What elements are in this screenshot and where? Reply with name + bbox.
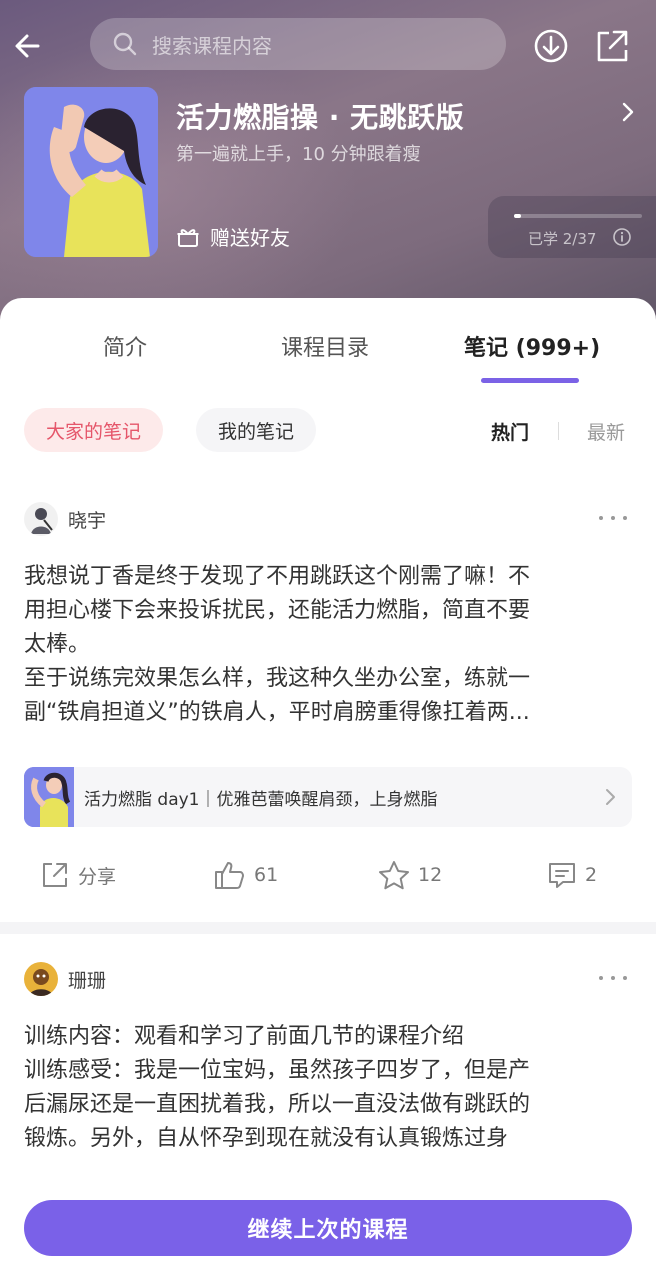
download-icon[interactable]: [531, 26, 571, 66]
like-button[interactable]: 61: [214, 860, 278, 890]
content-sheet: 简介 课程目录 笔记 (999+) 大家的笔记 我的笔记 热门 最新 晓宇 我想…: [0, 298, 656, 1280]
comment-icon: [549, 863, 575, 888]
tab-notes[interactable]: 笔记 (999+): [464, 330, 600, 362]
comment-button[interactable]: 2: [547, 860, 597, 890]
note-line: 太棒。: [24, 632, 91, 657]
note-line: 后漏尿还是一直困扰着我，所以一直没法做有跳跃的: [24, 1092, 531, 1117]
star-icon: [379, 861, 409, 890]
tab-catalog[interactable]: 课程目录: [281, 330, 369, 362]
course-header: 搜索课程内容 活力燃脂操 · 无跳跃版 第一遍就上手，10 分钟跟着瘦 赠送好友…: [0, 0, 656, 330]
favorite-count: 12: [418, 864, 443, 886]
note-line: 用担心楼下会来投诉扰民，还能活力燃脂，简直不要: [24, 598, 531, 623]
share-icon: [43, 863, 67, 887]
note-actions: 分享 61 12 2: [0, 860, 656, 900]
sort-newest[interactable]: 最新: [587, 418, 625, 445]
more-options-icon[interactable]: [596, 968, 630, 988]
note-line: 锻炼。另外，自从怀孕到现在就没有认真锻炼过身: [24, 1126, 509, 1151]
share-label: 分享: [78, 865, 117, 888]
tab-intro[interactable]: 简介: [103, 330, 147, 362]
continue-course-button[interactable]: 继续上次的课程: [24, 1200, 632, 1256]
course-subtitle: 第一遍就上手，10 分钟跟着瘦: [176, 144, 421, 165]
gift-icon: [177, 228, 199, 247]
learning-progress[interactable]: 已学 2/37: [488, 196, 656, 258]
filter-everyone-notes[interactable]: 大家的笔记: [24, 408, 164, 452]
progress-text: 已学 2/37: [528, 230, 597, 248]
linked-lesson-card[interactable]: 活力燃脂 day1｜优雅芭蕾唤醒肩颈，上身燃脂: [24, 767, 632, 827]
gift-friend-button[interactable]: 赠送好友: [176, 222, 290, 251]
note-line: 训练感受：我是一位宝妈，虽然孩子四岁了，但是产: [24, 1058, 531, 1083]
filter-my-notes[interactable]: 我的笔记: [196, 408, 317, 452]
comment-count: 2: [585, 864, 598, 886]
note-line: 训练内容：观看和学习了前面几节的课程介绍: [24, 1024, 465, 1049]
course-cover-image[interactable]: [24, 87, 158, 257]
note-author-row[interactable]: 晓宇: [24, 502, 106, 536]
favorite-button[interactable]: 12: [378, 860, 442, 890]
sort-hot[interactable]: 热门: [491, 418, 529, 445]
progress-fill: [514, 214, 521, 218]
chevron-right-icon[interactable]: [618, 100, 638, 124]
note-line: 副“铁肩担道义”的铁肩人，平时肩膀重得像扛着两...: [24, 700, 530, 725]
note-author-row[interactable]: 珊珊: [24, 962, 106, 996]
share-button[interactable]: 分享: [40, 860, 116, 890]
course-title[interactable]: 活力燃脂操 · 无跳跃版: [176, 96, 464, 136]
info-icon[interactable]: [612, 227, 632, 247]
bottom-action-bar: 继续上次的课程: [0, 1176, 656, 1280]
more-options-icon[interactable]: [596, 508, 630, 528]
author-name: 晓宇: [68, 509, 107, 532]
lesson-thumbnail: [24, 767, 74, 827]
sort-divider: [558, 422, 559, 440]
note-line: 至于说练完效果怎么样，我这种久坐办公室，练就一: [24, 666, 531, 691]
external-share-icon[interactable]: [592, 26, 632, 66]
note-text[interactable]: 我想说丁香是终于发现了不用跳跃这个刚需了嘛！不 用担心楼下会来投诉扰民，还能活力…: [24, 560, 628, 730]
avatar[interactable]: [24, 962, 58, 996]
progress-track: [514, 214, 642, 218]
note-line: 我想说丁香是终于发现了不用跳跃这个刚需了嘛！不: [24, 564, 531, 589]
back-arrow-icon[interactable]: [10, 26, 50, 66]
search-placeholder: 搜索课程内容: [152, 33, 272, 58]
like-count: 61: [254, 864, 279, 886]
lesson-title: 活力燃脂 day1｜优雅芭蕾唤醒肩颈，上身燃脂: [84, 789, 438, 810]
chevron-right-icon: [604, 787, 616, 807]
gift-label: 赠送好友: [210, 226, 290, 250]
search-input[interactable]: 搜索课程内容: [90, 18, 506, 70]
note-text[interactable]: 训练内容：观看和学习了前面几节的课程介绍 训练感受：我是一位宝妈，虽然孩子四岁了…: [24, 1020, 628, 1156]
author-name: 珊珊: [68, 969, 107, 992]
tab-bar: 简介 课程目录 笔记 (999+): [0, 298, 656, 388]
avatar[interactable]: [24, 502, 58, 536]
notes-filter-row: 大家的笔记 我的笔记 热门 最新: [0, 408, 656, 452]
note-divider: [0, 922, 656, 934]
search-icon: [113, 32, 137, 56]
tab-active-indicator: [481, 378, 579, 383]
thumbs-up-icon: [215, 862, 244, 889]
